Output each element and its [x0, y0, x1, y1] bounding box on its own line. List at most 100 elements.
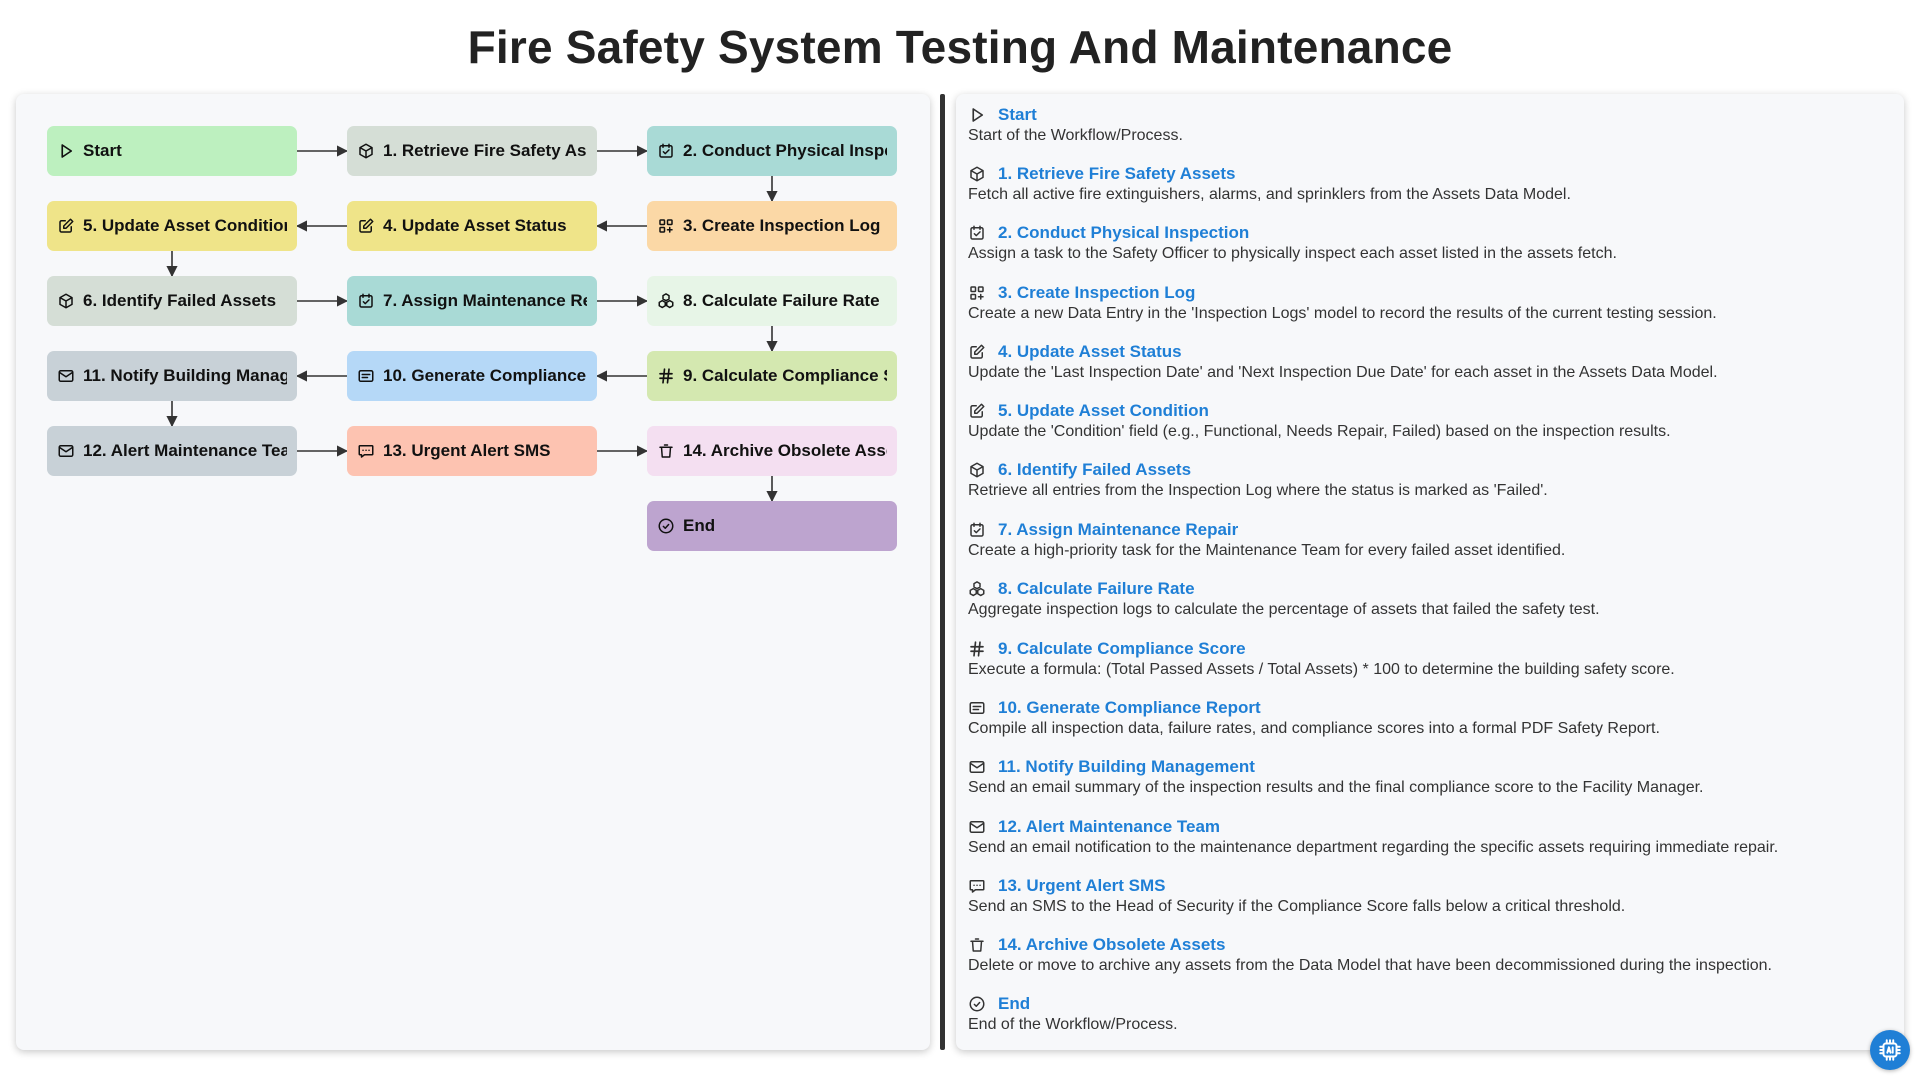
cube-icon — [968, 165, 986, 183]
node-create-inspection-log[interactable]: 3. Create Inspection Log — [647, 201, 897, 251]
cube-icon — [57, 292, 75, 310]
detail-title-link[interactable]: 1. Retrieve Fire Safety Assets — [998, 164, 1236, 184]
node-label: 13. Urgent Alert SMS — [383, 441, 551, 460]
detail-update-asset-status: 4. Update Asset Status Update the 'Last … — [968, 341, 1888, 382]
detail-title-link[interactable]: 8. Calculate Failure Rate — [998, 579, 1195, 599]
sms-icon — [357, 442, 375, 460]
detail-create-inspection-log: 3. Create Inspection Log Create a new Da… — [968, 282, 1888, 323]
detail-description: Send an SMS to the Head of Security if t… — [968, 898, 1626, 915]
grid-plus-icon — [968, 284, 986, 302]
node-label: 7. Assign Maintenance Repair — [383, 291, 587, 310]
detail-generate-compliance-report: 10. Generate Compliance Report Compile a… — [968, 697, 1888, 738]
detail-urgent-alert-sms: 13. Urgent Alert SMS Send an SMS to the … — [968, 875, 1888, 916]
cubes-icon — [657, 292, 675, 310]
node-conduct-physical-inspection[interactable]: 2. Conduct Physical Inspection — [647, 126, 897, 176]
detail-description: End of the Workflow/Process. — [968, 1016, 1178, 1033]
trash-icon — [968, 936, 986, 954]
node-urgent-alert-sms[interactable]: 13. Urgent Alert SMS — [347, 426, 597, 476]
mail-icon — [968, 818, 986, 836]
detail-description: Send an email summary of the inspection … — [968, 779, 1704, 796]
node-end[interactable]: End — [647, 501, 897, 551]
detail-description: Create a new Data Entry in the 'Inspecti… — [968, 305, 1717, 322]
node-label: 2. Conduct Physical Inspection — [683, 141, 887, 160]
node-update-asset-condition[interactable]: 5. Update Asset Condition — [47, 201, 297, 251]
checkbox-icon — [657, 142, 675, 160]
node-label: 12. Alert Maintenance Team — [83, 441, 287, 460]
detail-title-link[interactable]: 4. Update Asset Status — [998, 342, 1182, 362]
cube-icon — [357, 142, 375, 160]
detail-title-link[interactable]: Start — [998, 105, 1037, 125]
checkbox-icon — [357, 292, 375, 310]
detail-end: End End of the Workflow/Process. — [968, 993, 1888, 1034]
node-label: 6. Identify Failed Assets — [83, 291, 277, 310]
detail-archive-obsolete-assets: 14. Archive Obsolete Assets Delete or mo… — [968, 934, 1888, 975]
node-label: 10. Generate Compliance Report — [383, 366, 587, 385]
detail-title-link[interactable]: 14. Archive Obsolete Assets — [998, 935, 1225, 955]
detail-description: Assign a task to the Safety Officer to p… — [968, 245, 1617, 262]
node-archive-obsolete-assets[interactable]: 14. Archive Obsolete Assets — [647, 426, 897, 476]
detail-notify-building-management: 11. Notify Building Management Send an e… — [968, 756, 1888, 797]
node-notify-building-management[interactable]: 11. Notify Building Management — [47, 351, 297, 401]
checkbox-icon — [968, 224, 986, 242]
node-calculate-failure-rate[interactable]: 8. Calculate Failure Rate — [647, 276, 897, 326]
node-label: Start — [83, 141, 122, 160]
detail-retrieve-fire-safety-assets: 1. Retrieve Fire Safety Assets Fetch all… — [968, 163, 1888, 204]
node-calculate-compliance-score[interactable]: 9. Calculate Compliance Score — [647, 351, 897, 401]
play-icon — [968, 106, 986, 124]
detail-title-link[interactable]: 10. Generate Compliance Report — [998, 698, 1261, 718]
detail-title-link[interactable]: 12. Alert Maintenance Team — [998, 817, 1220, 837]
detail-title-link[interactable]: 9. Calculate Compliance Score — [998, 639, 1246, 659]
detail-description: Retrieve all entries from the Inspection… — [968, 482, 1548, 499]
node-assign-maintenance-repair[interactable]: 7. Assign Maintenance Repair — [347, 276, 597, 326]
mail-icon — [968, 758, 986, 776]
node-start[interactable]: Start — [47, 126, 297, 176]
node-generate-compliance-report[interactable]: 10. Generate Compliance Report — [347, 351, 597, 401]
report-icon — [968, 699, 986, 717]
detail-title-link[interactable]: 13. Urgent Alert SMS — [998, 876, 1166, 896]
node-label: 9. Calculate Compliance Score — [683, 366, 887, 385]
detail-description: Create a high-priority task for the Main… — [968, 542, 1566, 559]
check-circle-icon — [657, 517, 675, 535]
detail-description: Send an email notification to the mainte… — [968, 839, 1779, 856]
detail-title-link[interactable]: 7. Assign Maintenance Repair — [998, 520, 1238, 540]
node-update-asset-status[interactable]: 4. Update Asset Status — [347, 201, 597, 251]
detail-calculate-compliance-score: 9. Calculate Compliance Score Execute a … — [968, 638, 1888, 679]
detail-update-asset-condition: 5. Update Asset Condition Update the 'Co… — [968, 400, 1888, 441]
mail-icon — [57, 367, 75, 385]
node-label: 11. Notify Building Management — [83, 366, 287, 385]
detail-description: Aggregate inspection logs to calculate t… — [968, 601, 1600, 618]
trash-icon — [657, 442, 675, 460]
detail-alert-maintenance-team: 12. Alert Maintenance Team Send an email… — [968, 816, 1888, 857]
grid-plus-icon — [657, 217, 675, 235]
detail-title-link[interactable]: 6. Identify Failed Assets — [998, 460, 1191, 480]
detail-title-link[interactable]: 2. Conduct Physical Inspection — [998, 223, 1249, 243]
detail-title-link[interactable]: 5. Update Asset Condition — [998, 401, 1209, 421]
detail-title-link[interactable]: 3. Create Inspection Log — [998, 283, 1195, 303]
node-alert-maintenance-team[interactable]: 12. Alert Maintenance Team — [47, 426, 297, 476]
node-label: 4. Update Asset Status — [383, 216, 567, 235]
check-circle-icon — [968, 995, 986, 1013]
cubes-icon — [968, 580, 986, 598]
detail-calculate-failure-rate: 8. Calculate Failure Rate Aggregate insp… — [968, 578, 1888, 619]
node-label: 8. Calculate Failure Rate — [683, 291, 880, 310]
detail-description: Update the 'Last Inspection Date' and 'N… — [968, 364, 1718, 381]
node-label: 14. Archive Obsolete Assets — [683, 441, 887, 460]
node-label: 1. Retrieve Fire Safety Assets — [383, 141, 587, 160]
detail-assign-maintenance-repair: 7. Assign Maintenance Repair Create a hi… — [968, 519, 1888, 560]
detail-identify-failed-assets: 6. Identify Failed Assets Retrieve all e… — [968, 459, 1888, 500]
edit-icon — [968, 402, 986, 420]
detail-description: Start of the Workflow/Process. — [968, 127, 1183, 144]
mail-icon — [57, 442, 75, 460]
detail-description: Execute a formula: (Total Passed Assets … — [968, 661, 1675, 678]
node-retrieve-fire-safety-assets[interactable]: 1. Retrieve Fire Safety Assets — [347, 126, 597, 176]
sms-icon — [968, 877, 986, 895]
node-identify-failed-assets[interactable]: 6. Identify Failed Assets — [47, 276, 297, 326]
detail-title-link[interactable]: End — [998, 994, 1030, 1014]
detail-title-link[interactable]: 11. Notify Building Management — [998, 757, 1255, 777]
detail-description: Delete or move to archive any assets fro… — [968, 957, 1772, 974]
chip-icon — [1877, 1037, 1903, 1063]
node-label: 3. Create Inspection Log — [683, 216, 881, 235]
ai-assistant-button[interactable] — [1870, 1030, 1910, 1070]
detail-description: Fetch all active fire extinguishers, ala… — [968, 186, 1571, 203]
hash-icon — [968, 640, 986, 658]
